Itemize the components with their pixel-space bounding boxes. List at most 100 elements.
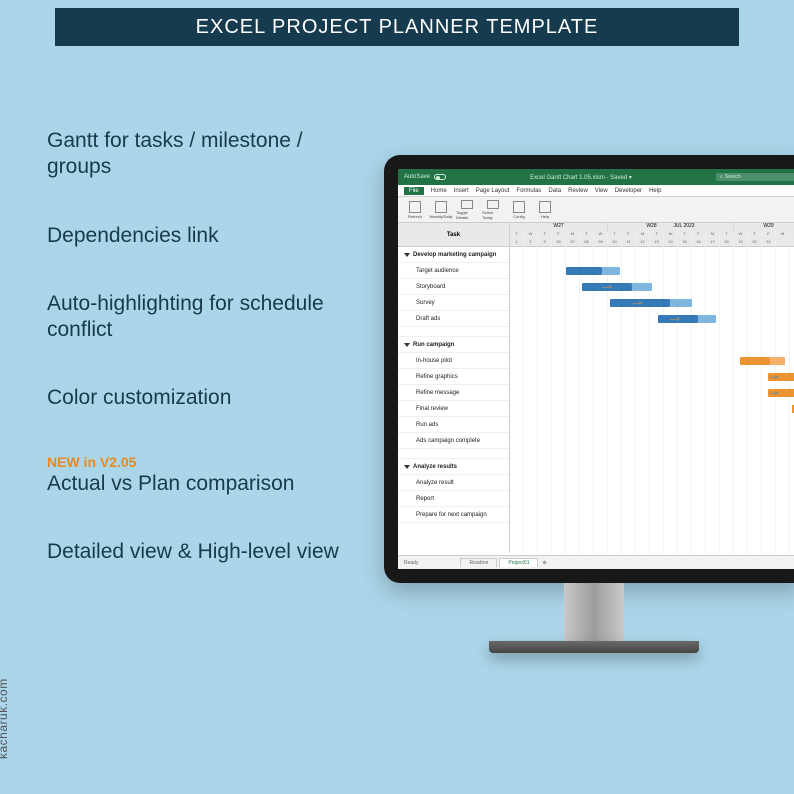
day-cell: T [748,231,762,239]
day-cell: T [678,231,692,239]
task-row[interactable]: Final review [398,401,509,417]
menu-view[interactable]: View [595,188,608,194]
ribbon-refresh[interactable]: Refresh [404,200,426,220]
menu-help[interactable]: Help [649,188,661,194]
menu-developer[interactable]: Developer [615,188,642,194]
task-group-1[interactable]: Develop marketing campaign [398,247,509,263]
day-cell: F [692,231,706,239]
date-cell: 12 [636,239,650,247]
feature-detailed-view: Detailed view & High-level view [47,539,347,565]
gantt-bar[interactable] [740,357,770,365]
menu-data[interactable]: Data [548,188,561,194]
ribbon-weekly-label: Weekly/Daily [429,214,452,219]
date-header-row: 12306070809101112131415161718192021 [510,239,794,247]
date-cell: 10 [608,239,622,247]
sheet-tab-project01[interactable]: Project01 [499,558,538,567]
task-row[interactable]: Run ads [398,417,509,433]
dependency-arrow [670,319,678,320]
day-cell: W [524,231,538,239]
ribbon-weekly-daily[interactable]: Weekly/Daily [430,200,452,220]
autosave-label: AutoSave [404,174,430,180]
task-row[interactable]: Ads campaign complete [398,433,509,449]
gear-icon [513,201,525,213]
timeline-header: W27 W28 JUL 2023 W29 TWTFMTWTFMTWTFMTWTF… [510,223,794,247]
details-icon [461,200,473,209]
gantt-bar-light[interactable] [602,267,620,275]
autosave-toggle[interactable]: AutoSave [404,174,446,180]
week-label: W27 [510,223,608,231]
day-cell: W [594,231,608,239]
task-row[interactable]: In-house pilot [398,353,509,369]
help-icon [539,201,551,213]
menu-home[interactable]: Home [431,188,447,194]
day-cell: T [580,231,594,239]
search-input[interactable]: ⌕ Search [716,173,794,181]
task-header: Task [398,223,509,247]
ribbon-config[interactable]: Config [508,200,530,220]
menu-review[interactable]: Review [568,188,588,194]
day-cell: T [538,231,552,239]
menu-insert[interactable]: Insert [454,188,469,194]
task-row[interactable]: Analyze result [398,475,509,491]
day-cell: T [790,231,794,239]
day-cell: M [566,231,580,239]
task-row[interactable]: Prepare for next campaign [398,507,509,523]
date-cell: 21 [762,239,776,247]
timeline-grid [510,247,794,553]
day-cell: M [636,231,650,239]
gantt-bar-light[interactable] [632,283,652,291]
ribbon: Refresh Weekly/Daily Toggle Details Sele… [398,197,794,223]
document-title: Excel Gantt Chart 1.05.xlsm - Saved ▾ [446,174,716,181]
day-cell: T [510,231,524,239]
date-cell: 3 [538,239,552,247]
gantt-bar-light[interactable] [770,357,785,365]
feature-actual-vs-plan: NEW in V2.05 Actual vs Plan comparison [47,454,347,498]
task-row[interactable]: Report [398,491,509,507]
group-label: Develop marketing campaign [413,252,496,258]
task-group-3[interactable]: Analyze results [398,459,509,475]
status-ready: Ready [404,560,418,566]
caret-icon [404,465,410,469]
day-cell: F [762,231,776,239]
date-cell: 08 [580,239,594,247]
dependency-arrow [770,393,776,394]
task-row[interactable]: Target audience [398,263,509,279]
date-cell: 06 [552,239,566,247]
ribbon-select-today[interactable]: Select Today [482,200,504,220]
date-cell: 07 [566,239,580,247]
gantt-bar-light[interactable] [698,315,716,323]
ribbon-toggle-details[interactable]: Toggle Details [456,200,478,220]
date-cell: 13 [650,239,664,247]
timeline: W27 W28 JUL 2023 W29 TWTFMTWTFMTWTFMTWTF… [510,223,794,553]
gantt-bar-light[interactable] [670,299,692,307]
new-badge: NEW in V2.05 [47,454,347,472]
monitor-stand-neck [564,583,624,641]
day-cell: F [622,231,636,239]
week-label: W29 [734,223,794,231]
spacer-row [398,327,509,337]
menu-page-layout[interactable]: Page Layout [476,188,510,194]
task-row[interactable]: Storyboard [398,279,509,295]
task-row[interactable]: Refine graphics [398,369,509,385]
add-sheet-button[interactable]: ⊕ [542,560,546,566]
date-cell: 16 [692,239,706,247]
day-cell: T [720,231,734,239]
task-row[interactable]: Survey [398,295,509,311]
task-row[interactable]: Refine message [398,385,509,401]
date-cell: 11 [622,239,636,247]
date-cell: 18 [720,239,734,247]
date-cell: 15 [678,239,692,247]
task-row[interactable]: Draft ads [398,311,509,327]
task-group-2[interactable]: Run campaign [398,337,509,353]
date-cell: 17 [706,239,720,247]
dependency-arrow [632,303,640,304]
gantt-bar[interactable] [566,267,602,275]
day-cell: M [706,231,720,239]
day-cell: W [734,231,748,239]
today-icon [487,200,499,209]
menu-file[interactable]: File [404,187,424,195]
toggle-icon[interactable] [434,174,446,180]
menu-formulas[interactable]: Formulas [516,188,541,194]
ribbon-help[interactable]: Help [534,200,556,220]
sheet-tab-readme[interactable]: Readme [460,558,497,567]
